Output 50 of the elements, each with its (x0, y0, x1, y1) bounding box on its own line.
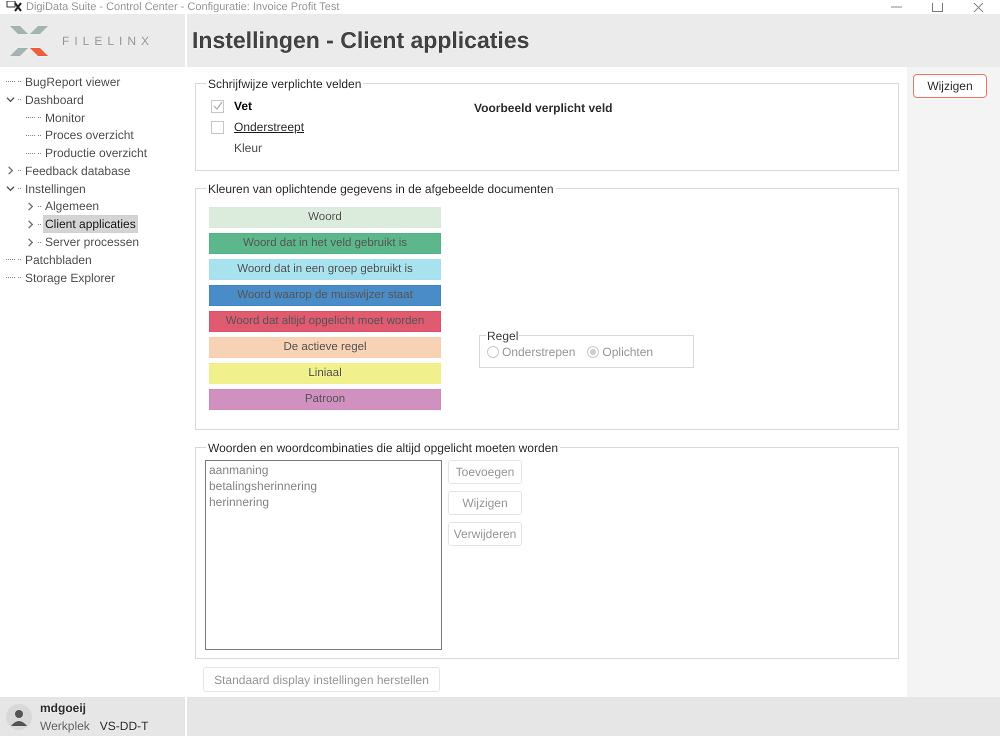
edit-button[interactable]: Wijzigen (913, 74, 987, 98)
list-item[interactable]: betalingsherinnering (209, 478, 438, 494)
tree-item[interactable]: BugReport viewer (23, 72, 122, 91)
workstation-label: Werkplek (40, 718, 90, 734)
option-label: Vet (234, 98, 252, 115)
maximize-icon[interactable] (932, 2, 943, 12)
list-item[interactable]: herinnering (209, 494, 438, 510)
color-swatch[interactable]: Liniaal (209, 363, 441, 384)
tree-item[interactable]: Server processen (43, 233, 142, 252)
window-title: DigiData Suite - Control Center - Configuratie: Invoice Profit Test (26, 0, 340, 14)
chevron-down-icon[interactable] (6, 95, 15, 104)
option-label: Onderstreept (234, 119, 304, 136)
list-item[interactable]: aanmaning (209, 462, 438, 478)
user-avatar-icon (6, 704, 32, 730)
checkbox[interactable] (211, 120, 224, 134)
tree-item[interactable]: Monitor (43, 108, 88, 126)
radio-label: Oplichten (602, 344, 654, 360)
chevron-right-icon[interactable] (26, 238, 35, 247)
minimize-icon[interactable] (891, 6, 902, 8)
page-title: Instellingen - Client applicaties (192, 26, 530, 56)
logo-icon (8, 24, 50, 58)
tree-item[interactable]: Client applicaties (43, 215, 138, 234)
chevron-right-icon[interactable] (26, 220, 35, 229)
checkbox[interactable] (211, 100, 224, 112)
close-icon[interactable] (973, 2, 984, 12)
word-list[interactable]: aanmaning betalingsherinnering herinnering (205, 460, 442, 650)
radio-button[interactable] (487, 346, 499, 358)
radio-label: Onderstrepen (502, 344, 576, 360)
tree-item[interactable]: Feedback database (23, 162, 132, 180)
tree-item[interactable]: Algemeen (43, 197, 102, 216)
logo-text: FILELINX (62, 32, 154, 50)
color-swatch[interactable]: Woord dat in het veld gebruikt is (209, 233, 441, 254)
tree-item[interactable]: Proces overzicht (43, 126, 136, 144)
chevron-down-icon[interactable] (6, 184, 15, 194)
tree-item[interactable]: Patchbladen (23, 250, 94, 269)
user-name: mdgoeij (40, 700, 88, 716)
radio-button[interactable] (587, 346, 600, 358)
tree-item[interactable]: Storage Explorer (23, 268, 118, 287)
color-swatch[interactable]: Woord dat in een groep gebruikt is (209, 259, 441, 280)
workstation-value: VS-DD-T (100, 718, 148, 734)
example-text: Voorbeeld verplicht veld (474, 100, 612, 117)
color-swatch[interactable]: De actieve regel (209, 337, 441, 358)
tree-item[interactable]: Instellingen (23, 180, 88, 198)
color-swatch[interactable]: Woord (209, 207, 441, 228)
tree-item[interactable]: Productie overzicht (43, 144, 150, 162)
tree-item[interactable]: Dashboard (23, 90, 86, 109)
option-label: Kleur (234, 140, 262, 157)
chevron-right-icon[interactable] (6, 166, 15, 176)
chevron-right-icon[interactable] (26, 202, 35, 211)
app-tools-icon (6, 1, 22, 13)
